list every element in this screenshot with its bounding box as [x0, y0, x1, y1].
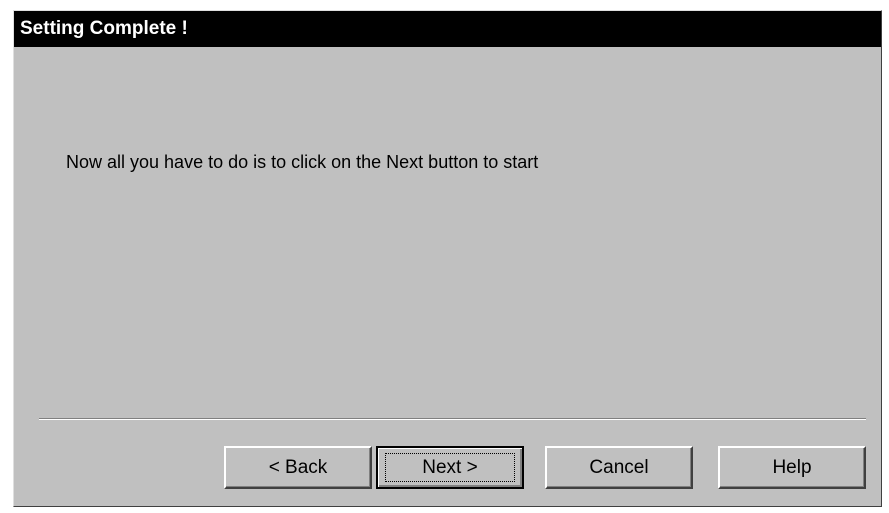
cancel-button-label: Cancel	[589, 457, 649, 478]
cancel-button[interactable]: Cancel	[545, 446, 693, 489]
back-button-label: < Back	[268, 457, 328, 478]
help-button[interactable]: Help	[718, 446, 866, 489]
next-button-label: Next >	[422, 457, 478, 478]
button-separator	[39, 418, 866, 420]
dialog-title: Setting Complete !	[14, 11, 881, 47]
setup-wizard-dialog: Setting Complete ! Now all you have to d…	[13, 10, 882, 507]
next-button[interactable]: Next >	[376, 446, 524, 489]
help-button-label: Help	[772, 457, 812, 478]
back-button[interactable]: < Back	[224, 446, 372, 489]
completion-message: Now all you have to do is to click on th…	[66, 152, 539, 172]
